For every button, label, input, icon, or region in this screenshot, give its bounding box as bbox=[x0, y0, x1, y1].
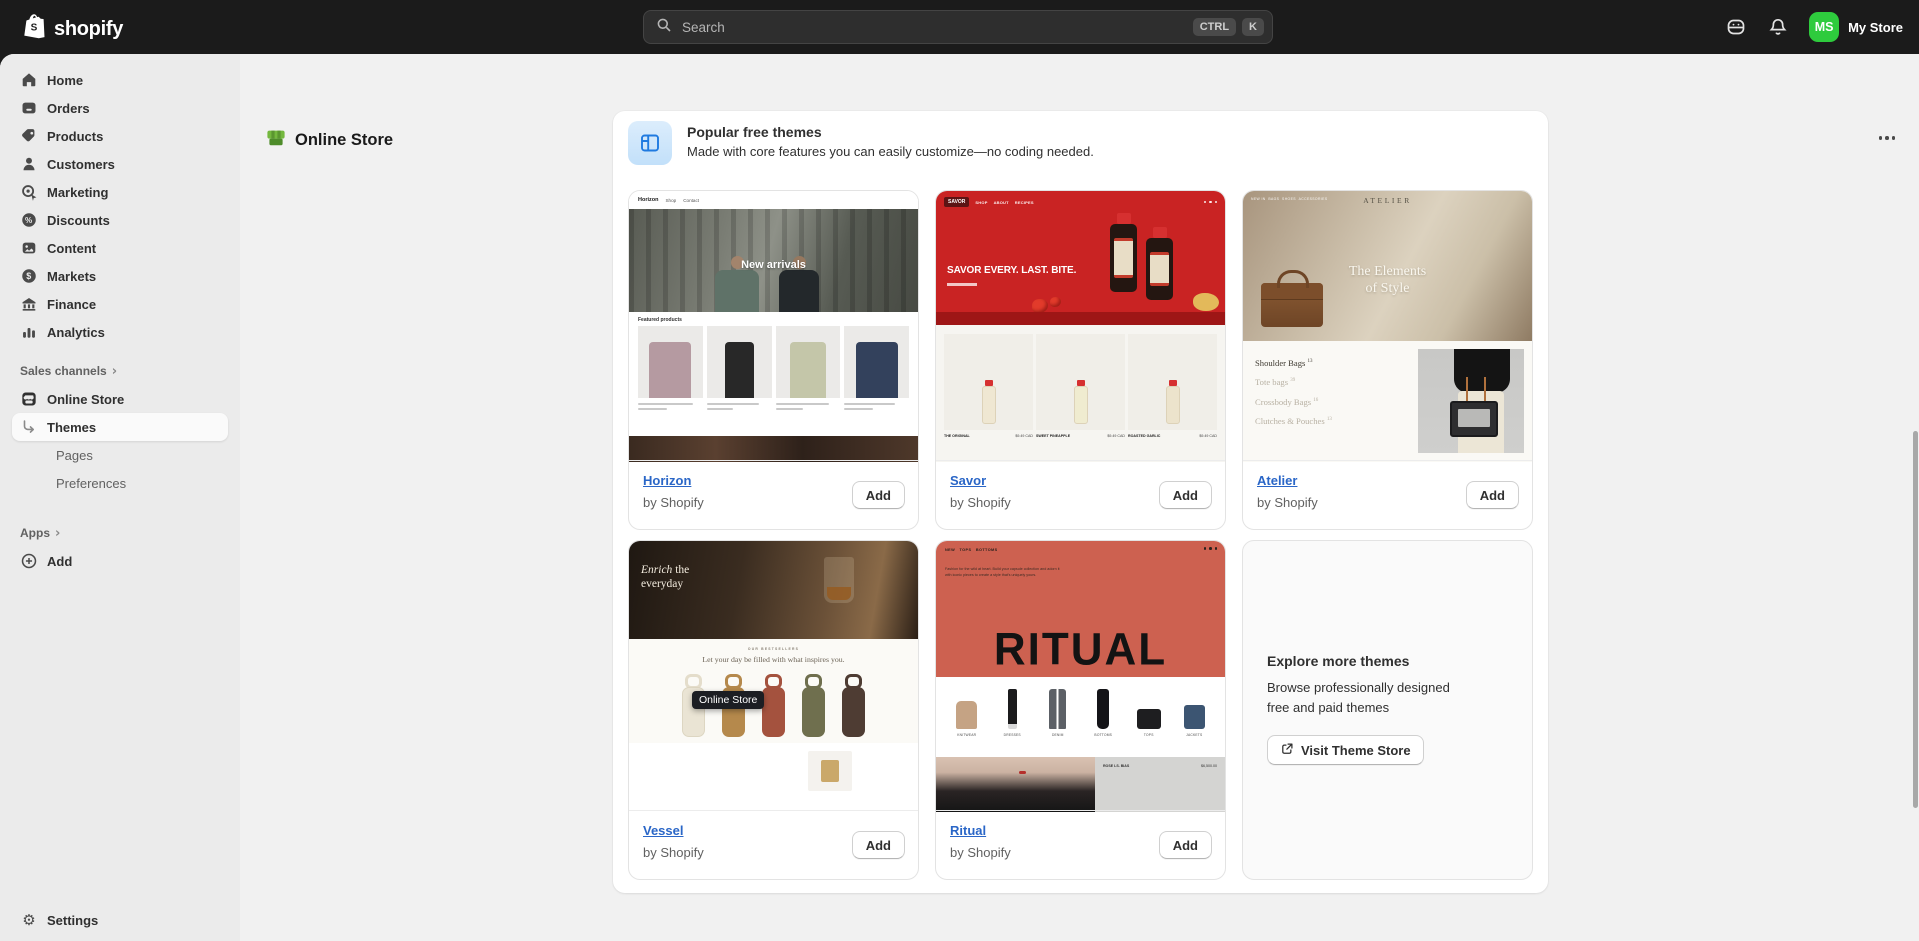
themes-grid: Horizon Shop Contact New arrivals bbox=[628, 190, 1533, 880]
sidebar-item-analytics[interactable]: Analytics bbox=[12, 318, 228, 346]
external-link-icon bbox=[1280, 742, 1294, 759]
theme-card-ritual: NEW TOPS BOTTOMS Fashion for the wild at… bbox=[935, 540, 1226, 880]
theme-banner-icon bbox=[628, 121, 672, 165]
add-theme-atelier-button[interactable]: Add bbox=[1466, 481, 1519, 509]
theme-card-horizon: Horizon Shop Contact New arrivals bbox=[628, 190, 919, 530]
sidebar-item-content[interactable]: Content bbox=[12, 234, 228, 262]
home-icon bbox=[20, 71, 38, 89]
atelier-bag-graphic bbox=[1261, 283, 1323, 327]
visit-theme-store-button[interactable]: Visit Theme Store bbox=[1267, 735, 1424, 765]
bank-icon bbox=[20, 295, 38, 313]
page-more-actions-button[interactable] bbox=[1872, 126, 1902, 150]
popular-themes-banner: Popular free themes Made with core featu… bbox=[628, 121, 1094, 165]
topbar-actions: MS My Store bbox=[1725, 0, 1903, 54]
theme-link-vessel[interactable]: Vessel bbox=[643, 823, 684, 838]
plus-circle-icon bbox=[20, 552, 38, 570]
horizon-preview[interactable]: Horizon Shop Contact New arrivals bbox=[629, 191, 918, 462]
svg-text:%: % bbox=[25, 216, 32, 225]
shortcut-k-badge: K bbox=[1242, 18, 1264, 36]
sales-channels-section[interactable]: Sales channels › bbox=[0, 357, 240, 385]
vessel-wood-strip bbox=[629, 743, 918, 805]
sidekick-icon[interactable] bbox=[1725, 16, 1747, 38]
chevron-right-icon: › bbox=[55, 526, 60, 541]
banner-subtitle: Made with core features you can easily c… bbox=[687, 144, 1094, 159]
sidebar-item-products[interactable]: Products bbox=[12, 122, 228, 150]
orders-icon bbox=[20, 99, 38, 117]
horizon-hero-image: New arrivals bbox=[629, 209, 918, 312]
sidebar-item-online-store[interactable]: Online Store bbox=[12, 385, 228, 413]
online-store-tooltip: Online Store bbox=[692, 691, 764, 709]
page-header: Online Store bbox=[266, 128, 393, 153]
storefront-icon bbox=[20, 390, 38, 408]
theme-card-atelier: NEW IN BAGS SHOES ACCESSORIES ATELIER Th… bbox=[1242, 190, 1533, 530]
horizon-lifestyle-strip bbox=[629, 436, 918, 462]
globe-dollar-icon: $ bbox=[20, 267, 38, 285]
themes-card: Popular free themes Made with core featu… bbox=[613, 111, 1548, 893]
tag-icon bbox=[20, 127, 38, 145]
sidebar-item-discounts[interactable]: % Discounts bbox=[12, 206, 228, 234]
media-icon bbox=[20, 239, 38, 257]
vessel-coffee-graphic bbox=[824, 557, 854, 603]
theme-link-horizon[interactable]: Horizon bbox=[643, 473, 691, 488]
store-name: My Store bbox=[1848, 20, 1903, 35]
vessel-preview[interactable]: Enrich the everyday OUR BESTSELLERS Let … bbox=[629, 541, 918, 812]
sidebar-item-settings[interactable]: ⚙ Settings bbox=[12, 906, 228, 934]
ritual-preview[interactable]: NEW TOPS BOTTOMS Fashion for the wild at… bbox=[936, 541, 1225, 812]
online-store-channel-icon bbox=[266, 128, 286, 153]
shopify-wordmark: shopify bbox=[54, 18, 123, 41]
sidebar: Home Orders Products Customers Marketing bbox=[0, 54, 240, 941]
sidebar-item-customers[interactable]: Customers bbox=[12, 150, 228, 178]
sidebar-item-finance[interactable]: Finance bbox=[12, 290, 228, 318]
shopify-admin: S shopify CTRL K MS My Store bbox=[0, 0, 1919, 941]
person-icon bbox=[20, 155, 38, 173]
add-theme-vessel-button[interactable]: Add bbox=[852, 831, 905, 859]
global-search[interactable]: CTRL K bbox=[643, 10, 1273, 44]
explore-title: Explore more themes bbox=[1267, 653, 1508, 669]
sidebar-item-themes[interactable]: Themes bbox=[12, 413, 228, 441]
bar-chart-icon bbox=[20, 323, 38, 341]
atelier-preview[interactable]: NEW IN BAGS SHOES ACCESSORIES ATELIER Th… bbox=[1243, 191, 1532, 462]
sidebar-item-marketing[interactable]: Marketing bbox=[12, 178, 228, 206]
savor-preview[interactable]: SAVOR SHOP ABOUT RECIPES SAVOR EVERY. LA… bbox=[936, 191, 1225, 462]
chevron-right-icon: › bbox=[112, 364, 117, 379]
search-icon bbox=[656, 17, 672, 38]
gear-icon: ⚙ bbox=[20, 911, 38, 929]
explore-more-themes-card: Explore more themes Browse professionall… bbox=[1242, 540, 1533, 880]
sidebar-item-home[interactable]: Home bbox=[12, 66, 228, 94]
topbar: S shopify CTRL K MS My Store bbox=[0, 0, 1919, 54]
svg-text:S: S bbox=[31, 23, 38, 34]
shopify-bag-icon: S bbox=[22, 13, 47, 45]
banner-title: Popular free themes bbox=[687, 124, 1094, 140]
explore-body: Browse professionally designedfree and p… bbox=[1267, 678, 1508, 718]
sub-branch-arrow-icon bbox=[20, 418, 38, 436]
ritual-model-photo bbox=[936, 757, 1095, 812]
atelier-model-photo bbox=[1418, 349, 1524, 453]
theme-link-savor[interactable]: Savor bbox=[950, 473, 986, 488]
add-theme-horizon-button[interactable]: Add bbox=[852, 481, 905, 509]
discount-badge-icon: % bbox=[20, 211, 38, 229]
search-input[interactable] bbox=[680, 19, 1187, 36]
notifications-bell-icon[interactable] bbox=[1767, 16, 1789, 38]
target-cursor-icon bbox=[20, 183, 38, 201]
sidebar-item-orders[interactable]: Orders bbox=[12, 94, 228, 122]
shortcut-ctrl-badge: CTRL bbox=[1193, 18, 1236, 36]
add-theme-ritual-button[interactable]: Add bbox=[1159, 831, 1212, 859]
shopify-logo[interactable]: S shopify bbox=[22, 13, 123, 45]
sidebar-item-pages[interactable]: Pages bbox=[12, 441, 228, 469]
store-menu[interactable]: MS My Store bbox=[1809, 12, 1903, 42]
add-theme-savor-button[interactable]: Add bbox=[1159, 481, 1212, 509]
sidebar-item-markets[interactable]: $ Markets bbox=[12, 262, 228, 290]
page-title: Online Store bbox=[295, 131, 393, 150]
apps-section[interactable]: Apps › bbox=[0, 519, 240, 547]
theme-link-atelier[interactable]: Atelier bbox=[1257, 473, 1297, 488]
sidebar-item-preferences[interactable]: Preferences bbox=[12, 469, 228, 497]
scrollbar-thumb[interactable] bbox=[1913, 431, 1918, 808]
theme-card-vessel: Enrich the everyday OUR BESTSELLERS Let … bbox=[628, 540, 919, 880]
app-shell: Home Orders Products Customers Marketing bbox=[0, 54, 1919, 941]
theme-link-ritual[interactable]: Ritual bbox=[950, 823, 986, 838]
theme-card-savor: SAVOR SHOP ABOUT RECIPES SAVOR EVERY. LA… bbox=[935, 190, 1226, 530]
sidebar-item-add-app[interactable]: Add bbox=[12, 547, 228, 575]
store-avatar: MS bbox=[1809, 12, 1839, 42]
svg-text:$: $ bbox=[26, 271, 31, 281]
